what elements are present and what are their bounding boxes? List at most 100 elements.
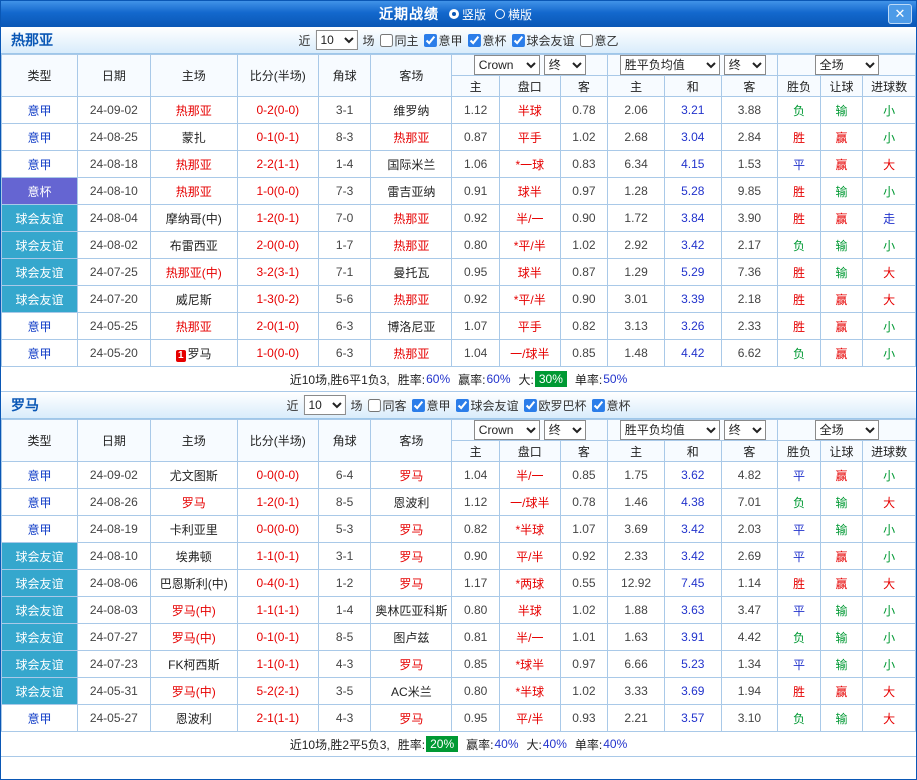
close-icon[interactable]: ✕ [888, 4, 912, 24]
away-water-cell: 0.97 [559, 650, 609, 678]
col-header: 类型 [1, 419, 78, 462]
type-cell: 球会友谊 [1, 204, 78, 232]
summary-bar: 近10场,胜2平5负3, 胜率: 20% 赢率: 40% 大: 40% 单率: 40% [1, 732, 916, 757]
view-mode-radios: 竖版 横版 [448, 6, 538, 23]
league-filter-checkbox[interactable] [423, 33, 437, 47]
europe-odds-select[interactable]: 胜平负均值 [619, 420, 720, 440]
league-filter[interactable]: 意甲 [423, 32, 463, 49]
filter-bar: 近 10 场 同主 意甲 意杯 球会友谊 意乙 [298, 30, 619, 50]
handicap-cell: 平手 [498, 123, 561, 151]
date-cell: 24-05-20 [76, 339, 151, 367]
type-cell: 意甲 [1, 123, 78, 151]
league-filter-label: 意甲 [438, 33, 463, 48]
away-team-name: 罗马 [399, 576, 424, 591]
result-wdl-cell: 平 [777, 150, 821, 178]
result-handicap-cell: 输 [819, 177, 864, 205]
league-filter-checkbox[interactable] [411, 398, 425, 412]
draw-odds-cell: 5.23 [663, 650, 722, 678]
league-filter[interactable]: 同主 [379, 32, 418, 49]
handicap-cell: 半/一 [498, 461, 561, 489]
league-filter-checkbox[interactable] [467, 33, 481, 47]
matches-table: 类型 日期 主场 比分(半场) 角球 客场 Crown 终胜平负均值终全场主盘口客主和客胜负让… [1, 419, 916, 732]
league-filter-checkbox[interactable] [591, 398, 605, 412]
games-label: 场 [350, 398, 363, 413]
league-filter-label: 意杯 [606, 398, 631, 413]
league-filter-label: 欧罗巴杯 [538, 398, 587, 413]
home-team-name: 热那亚 [175, 103, 212, 118]
league-filter[interactable]: 意杯 [591, 397, 631, 414]
league-filter[interactable]: 意乙 [579, 32, 619, 49]
result-handicap-cell: 输 [819, 96, 864, 124]
games-count-select[interactable]: 10 [315, 30, 358, 50]
sub-col-header: 主 [451, 440, 500, 462]
games-count-select[interactable]: 10 [303, 395, 346, 415]
europe-odds-header: 胜平负均值终 [607, 54, 779, 76]
away-team-cell: 恩波利 [370, 488, 453, 516]
match-row: 球会友谊 24-08-06 巴恩斯利(中) 0-4(0-1) 1-2 罗马 1.17 *两球 0… [1, 569, 916, 597]
away-team-name: 维罗纳 [393, 103, 430, 118]
titlebar: 近期战绩 竖版 横版 ✕ [1, 1, 916, 27]
type-cell: 球会友谊 [1, 677, 78, 705]
vertical-layout-radio[interactable] [448, 9, 459, 19]
league-filter-checkbox[interactable] [367, 398, 381, 412]
league-filter-checkbox[interactable] [523, 398, 537, 412]
type-cell: 意甲 [1, 339, 78, 367]
league-filter[interactable]: 意杯 [467, 32, 507, 49]
europe-odds-select[interactable]: 胜平负均值 [619, 55, 720, 75]
draw-odds-cell: 4.15 [663, 150, 722, 178]
draw-odds-cell: 3.57 [663, 704, 722, 732]
home-team-cell: 热那亚 [149, 312, 238, 340]
horizontal-layout-radio[interactable] [495, 9, 505, 19]
away-odds-cell: 2.17 [720, 231, 779, 259]
draw-odds-cell: 4.42 [663, 339, 722, 367]
home-team-name: 罗马 [187, 346, 212, 361]
league-filter[interactable]: 球会友谊 [455, 397, 519, 414]
home-team-cell: 热那亚(中) [149, 258, 238, 286]
scope-select[interactable]: 全场 [814, 420, 879, 440]
league-filter-checkbox[interactable] [579, 33, 593, 47]
away-odds-cell: 2.18 [720, 285, 779, 313]
team-title: 罗马 [11, 397, 39, 413]
col-header: 客场 [370, 54, 453, 97]
league-filter[interactable]: 球会友谊 [511, 32, 575, 49]
away-team-cell: 热那亚 [370, 231, 453, 259]
europe-state-select[interactable]: 终 [723, 55, 766, 75]
away-odds-cell: 4.82 [720, 461, 779, 489]
sub-col-header: 和 [663, 440, 722, 462]
league-filter-checkbox[interactable] [511, 33, 525, 47]
result-goals-cell: 大 [862, 677, 916, 705]
type-cell: 球会友谊 [1, 258, 78, 286]
home-team-cell: 尤文图斯 [149, 461, 238, 489]
away-team-cell: 罗马 [370, 515, 453, 543]
league-filter-checkbox[interactable] [379, 33, 393, 47]
result-wdl-cell: 负 [777, 96, 821, 124]
europe-state-select[interactable]: 终 [723, 420, 766, 440]
date-cell: 24-09-02 [76, 96, 151, 124]
home-odds-cell: 1.88 [607, 596, 665, 624]
odds-provider-select[interactable]: Crown [473, 55, 540, 75]
away-odds-cell: 2.84 [720, 123, 779, 151]
col-header: 角球 [317, 54, 372, 97]
league-filter[interactable]: 意甲 [411, 397, 451, 414]
result-handicap-cell: 输 [819, 704, 864, 732]
scope-select[interactable]: 全场 [814, 55, 879, 75]
league-filter[interactable]: 同客 [367, 397, 406, 414]
handicap-cell: 球半 [498, 258, 561, 286]
result-handicap-cell: 赢 [819, 204, 864, 232]
league-filter[interactable]: 欧罗巴杯 [523, 397, 587, 414]
home-team-cell: 热那亚 [149, 177, 238, 205]
away-water-cell: 0.85 [559, 339, 609, 367]
summary-stat: 赢率: 40% [466, 736, 518, 753]
handicap-cell: *平/半 [498, 285, 561, 313]
odds-state-select[interactable]: 终 [543, 420, 586, 440]
league-filter-label: 同主 [394, 33, 419, 48]
away-water-cell: 0.92 [559, 542, 609, 570]
league-filter-checkbox[interactable] [455, 398, 469, 412]
odds-state-select[interactable]: 终 [543, 55, 586, 75]
odds-provider-select[interactable]: Crown [473, 420, 540, 440]
handicap-cell: 平手 [498, 312, 561, 340]
home-team-name: 尤文图斯 [169, 468, 218, 483]
team-title: 热那亚 [11, 32, 53, 48]
sub-col-header: 盘口 [498, 440, 561, 462]
result-goals-cell: 小 [862, 177, 916, 205]
